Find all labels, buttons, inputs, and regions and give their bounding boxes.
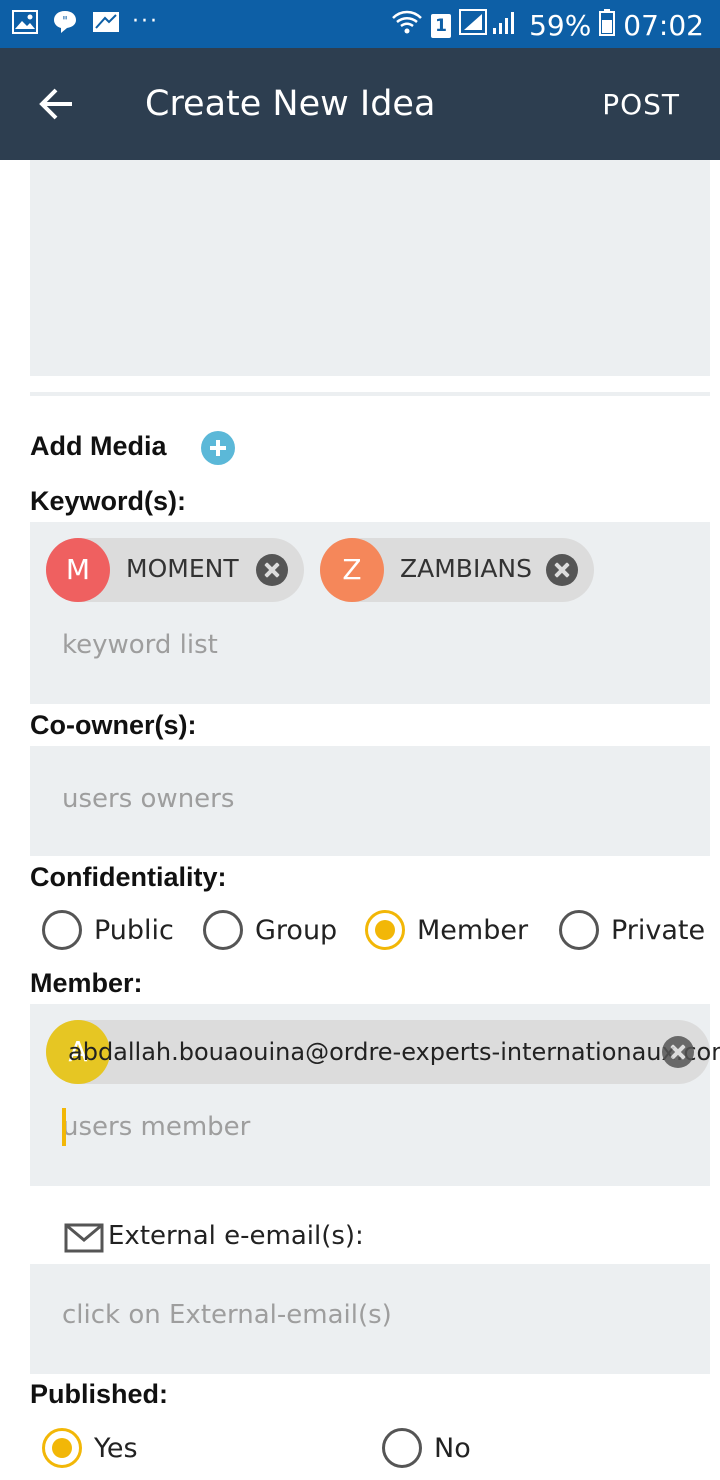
coowners-label: Co-owner(s): (30, 710, 197, 740)
radio-button[interactable] (382, 1428, 422, 1468)
app-icon (92, 10, 119, 34)
coowners-input[interactable]: users owners (62, 784, 234, 814)
keywords-input[interactable]: keyword list (62, 630, 218, 660)
radio-published-no[interactable]: No (382, 1428, 471, 1468)
radio-button-checked[interactable] (365, 910, 405, 950)
radio-label: Public (94, 914, 174, 946)
keywords-field[interactable]: M MOMENT Z ZAMBIANS keyword list (30, 522, 710, 704)
radio-button[interactable] (42, 910, 82, 950)
radio-button[interactable] (203, 910, 243, 950)
signal-icon (459, 8, 521, 43)
add-media-label: Add Media (30, 431, 167, 461)
back-button[interactable] (34, 82, 78, 126)
radio-member[interactable]: Member (365, 910, 528, 950)
radio-group[interactable]: Group (203, 910, 337, 950)
coowners-field[interactable]: users owners (30, 746, 710, 856)
confidentiality-label: Confidentiality: (30, 862, 227, 892)
radio-label: Member (417, 914, 529, 946)
chip-label: ZAMBIANS (400, 554, 532, 583)
member-label: Member: (30, 968, 143, 998)
remove-chip-icon[interactable] (546, 554, 578, 586)
wifi-icon (391, 9, 423, 42)
status-bar: " ··· 1 59% 07:02 (0, 0, 720, 48)
app-bar: Create New Idea POST (0, 48, 720, 160)
radio-label: No (434, 1432, 471, 1464)
gallery-icon (12, 10, 38, 34)
arrow-left-icon (39, 88, 72, 120)
description-textarea[interactable] (30, 160, 710, 376)
divider (30, 392, 710, 396)
radio-public[interactable]: Public (42, 910, 174, 950)
chip-avatar: M (46, 538, 110, 602)
more-notifications: ··· (132, 9, 159, 34)
clock: 07:02 (623, 9, 704, 42)
quote-icon: " (52, 10, 78, 34)
radio-button[interactable] (559, 910, 599, 950)
radio-private[interactable]: Private (559, 910, 705, 950)
remove-chip-icon[interactable] (662, 1036, 694, 1068)
radio-published-yes[interactable]: Yes (42, 1428, 138, 1468)
radio-label: Yes (94, 1432, 138, 1464)
radio-label: Group (255, 914, 338, 946)
post-button[interactable]: POST (602, 88, 680, 121)
chip-avatar: Z (320, 538, 384, 602)
remove-chip-icon[interactable] (256, 554, 288, 586)
page-title: Create New Idea (145, 84, 436, 124)
add-media-button[interactable] (201, 431, 235, 465)
sim-badge: 1 (431, 13, 452, 38)
svg-text:": " (62, 14, 68, 28)
radio-label: Private (611, 914, 706, 946)
chip-label: abdallah.bouaouina@ordre-experts-interna… (68, 1038, 720, 1066)
mail-icon (64, 1222, 104, 1254)
external-email-field[interactable]: click on External-email(s) (30, 1264, 710, 1374)
radio-button-checked[interactable] (42, 1428, 82, 1468)
keyword-chip[interactable]: M MOMENT (46, 538, 304, 602)
chip-label: MOMENT (126, 554, 239, 583)
member-chip[interactable]: A abdallah.bouaouina@ordre-experts-inter… (46, 1020, 720, 1084)
text-cursor (62, 1108, 66, 1146)
battery-text: 59% (529, 9, 592, 42)
members-field[interactable]: A abdallah.bouaouina@ordre-experts-inter… (30, 1004, 720, 1186)
keywords-label: Keyword(s): (30, 486, 187, 516)
external-email-label: External e-email(s): (108, 1221, 364, 1251)
published-label: Published: (30, 1379, 169, 1409)
keyword-chip[interactable]: Z ZAMBIANS (320, 538, 594, 602)
members-input[interactable]: users member (62, 1112, 250, 1142)
battery-icon (599, 8, 616, 43)
external-email-input[interactable]: click on External-email(s) (62, 1300, 392, 1330)
